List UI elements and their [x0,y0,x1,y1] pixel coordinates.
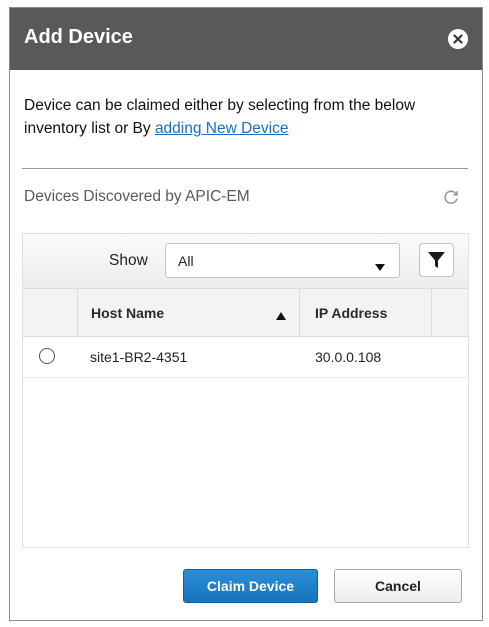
show-label: Show [109,252,148,269]
column-divider [77,289,78,336]
sort-ascending-icon[interactable] [276,307,286,325]
cell-ip-address: 30.0.0.108 [315,349,382,365]
divider [22,168,468,169]
close-icon[interactable] [448,29,468,49]
column-header-row: Host Name IP Address [23,289,468,337]
show-select-value: All [178,253,194,269]
device-grid: Show All Host Name IP Address site1-BR2-… [22,233,469,548]
dialog-title: Add Device [24,26,133,48]
column-header-ip-address[interactable]: IP Address [315,305,387,321]
dialog-header: Add Device [10,8,482,70]
grid-toolbar: Show All [23,234,468,289]
section-title: Devices Discovered by APIC-EM [24,188,250,205]
cell-host-name: site1-BR2-4351 [90,349,188,365]
cancel-button[interactable]: Cancel [334,569,462,603]
table-row[interactable]: site1-BR2-4351 30.0.0.108 [23,337,468,378]
show-select[interactable]: All [165,243,400,278]
add-device-dialog: Add Device Device can be claimed either … [9,7,483,621]
column-header-host-name[interactable]: Host Name [91,305,164,321]
column-divider [431,289,432,336]
chevron-down-icon [375,258,385,276]
filter-icon [428,252,445,268]
intro-text: Device can be claimed either by selectin… [24,94,469,140]
refresh-icon[interactable] [442,188,460,211]
filter-button[interactable] [419,243,454,277]
add-new-device-link[interactable]: adding New Device [155,120,289,137]
column-divider [299,289,300,336]
claim-device-button[interactable]: Claim Device [183,569,318,603]
row-select-radio[interactable] [39,348,55,364]
